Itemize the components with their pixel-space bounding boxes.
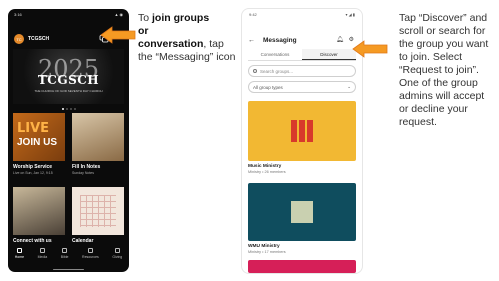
nav-media[interactable]: Media — [38, 248, 47, 266]
hero-subtitle: THE CHURCH OF GOD SEVENTH DAY CHURCH — [34, 89, 103, 93]
home-indicator — [53, 268, 84, 270]
messaging-header: ← Messaging 🔔︎ ⚙︎ — [248, 34, 356, 46]
search-input[interactable]: Search groups... — [248, 65, 356, 77]
status-bar: 3:16 ▲ ◉ — [14, 12, 123, 19]
group-meta: Ministry • 26 members — [248, 170, 286, 174]
bell-icon[interactable]: 🔔︎ — [336, 36, 344, 43]
chevron-down-icon: ⌄ — [347, 84, 351, 89]
carousel-dot — [69, 108, 72, 110]
tile-caption-calendar: Calendar — [72, 238, 94, 244]
carousel-dot — [65, 108, 68, 110]
join-groups-emphasis: join groups — [152, 12, 210, 24]
nav-home[interactable]: Home — [15, 248, 24, 266]
nav-resources[interactable]: Resources — [82, 248, 99, 266]
bottom-nav: Home Media Bible Resources Giving — [8, 248, 129, 266]
left-arrow-icon — [352, 40, 388, 58]
group-name: WMU Ministry — [248, 244, 280, 249]
tile-caption-notes: Fill In Notes — [72, 164, 101, 170]
or-emphasis: or — [138, 25, 149, 37]
status-time: 3:16 — [14, 12, 22, 17]
app-name: TCGSCH — [28, 36, 50, 42]
left-arrow-icon — [100, 26, 136, 44]
nav-bible[interactable]: Bible — [61, 248, 69, 266]
group-name: Music Ministry — [248, 164, 282, 169]
live-label: LIVE — [17, 121, 50, 136]
tile-worship-service[interactable]: LIVE JOIN US — [13, 113, 65, 161]
hero-banner[interactable]: 2025 TCGSCH THE CHURCH OF GOD SEVENTH DA… — [13, 49, 124, 104]
tab-discover[interactable]: Discover — [302, 49, 356, 60]
calendar-graphic — [80, 195, 116, 227]
join-us-label: JOIN US — [17, 137, 58, 148]
nav-giving[interactable]: Giving — [112, 248, 122, 266]
group-type-select[interactable]: All group types ⌄ — [248, 81, 356, 93]
carousel-dot — [61, 108, 64, 110]
carousel-dot — [73, 108, 76, 110]
tile-connect[interactable] — [13, 187, 65, 235]
group-card-partial[interactable] — [248, 260, 356, 273]
church-logo: TC — [14, 34, 24, 44]
tile-sub-worship: Live on Sun, Jan 12, 9:15 — [13, 171, 53, 175]
group-card-wmu-ministry[interactable] — [248, 183, 356, 241]
home-icon — [16, 248, 22, 253]
giving-icon — [114, 248, 120, 253]
status-icons: ▲ ◉ — [114, 12, 123, 17]
music-ministry-graphic — [291, 120, 313, 142]
resources-icon — [87, 248, 93, 253]
search-placeholder: Search groups... — [260, 68, 294, 74]
instruction-step-1: To join groups or conversation, tap the … — [138, 12, 236, 63]
hero-title: TCGSCH — [37, 73, 100, 87]
tile-caption-worship: Worship Service — [13, 164, 53, 170]
status-time: 9:42 — [249, 12, 257, 17]
app-home-screenshot: 3:16 ▲ ◉ TC TCGSCH 2025 TCGSCH THE CHURC… — [8, 9, 129, 272]
tab-conversations[interactable]: Conversations — [248, 49, 302, 60]
page-title: Messaging — [263, 36, 297, 44]
tab-bar: Conversations Discover — [248, 49, 356, 61]
back-arrow-icon[interactable]: ← — [248, 37, 255, 44]
tile-fill-in-notes[interactable] — [72, 113, 124, 161]
group-meta: Ministry • 17 members — [248, 250, 286, 254]
tile-sub-notes: Sunday Notes — [72, 171, 94, 175]
messaging-screenshot: 9:42 ▾ ◢ ▮ ← Messaging 🔔︎ ⚙︎ Conversatio… — [242, 9, 362, 273]
tile-caption-connect: Connect with us — [13, 238, 52, 244]
carousel-dots — [8, 108, 129, 110]
status-bar: 9:42 ▾ ◢ ▮ — [249, 12, 355, 19]
conversation-emphasis: conversation — [138, 38, 204, 50]
group-card-music-ministry[interactable] — [248, 101, 356, 161]
search-icon — [253, 69, 257, 73]
wmu-ministry-graphic — [291, 201, 313, 223]
media-icon — [39, 248, 45, 253]
status-icons: ▾ ◢ ▮ — [345, 12, 355, 17]
tile-calendar[interactable] — [72, 187, 124, 235]
instruction-step-2: Tap “Discover” and scroll or search for … — [399, 12, 489, 128]
bible-icon — [62, 248, 68, 253]
filter-label: All group types — [253, 84, 283, 90]
